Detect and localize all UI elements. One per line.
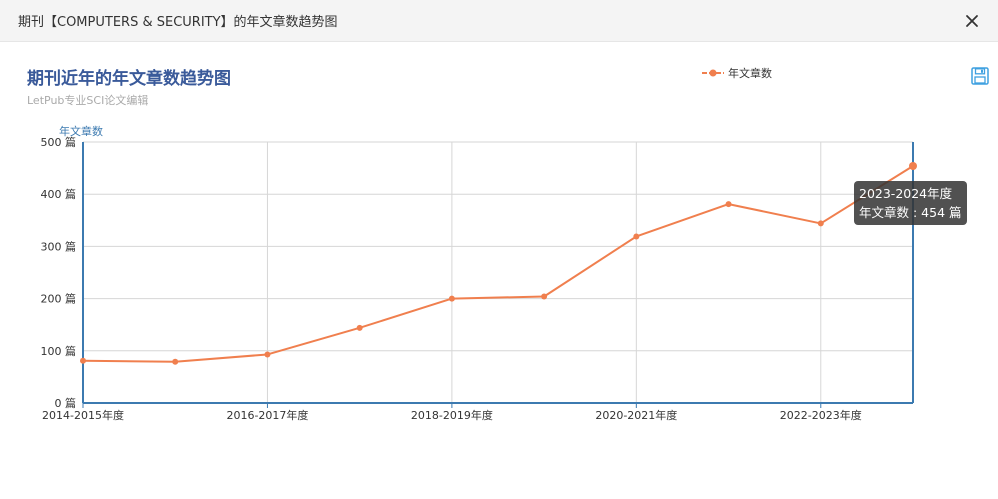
y-tick-label: 200 篇 — [41, 292, 77, 306]
data-point[interactable] — [817, 220, 824, 227]
y-tick-label: 100 篇 — [41, 344, 77, 358]
series-layer — [80, 162, 917, 365]
x-tick-label: 2014-2015年度 — [42, 408, 124, 422]
data-point[interactable] — [633, 233, 640, 240]
y-tick-label: 500 篇 — [41, 135, 77, 149]
data-point[interactable] — [448, 295, 455, 302]
data-point[interactable] — [172, 358, 179, 365]
x-tick-label: 2016-2017年度 — [226, 408, 308, 422]
data-tooltip: 2023-2024年度 年文章数 : 454 篇 — [854, 181, 967, 225]
x-tick-label: 2020-2021年度 — [595, 408, 677, 422]
data-point[interactable] — [80, 357, 86, 364]
tick-labels: 0 篇 100 篇 200 篇 300 篇 400 篇 500 篇 2014-2015年度 2… — [41, 135, 862, 422]
data-point[interactable] — [541, 293, 548, 300]
data-point[interactable] — [264, 351, 271, 358]
tooltip-category: 2023-2024年度 — [859, 186, 953, 201]
data-point[interactable] — [725, 201, 732, 208]
y-tick-label: 300 篇 — [41, 239, 77, 253]
series-line — [82, 165, 914, 363]
data-point[interactable] — [356, 324, 363, 331]
x-tick-label: 2022-2023年度 — [780, 408, 862, 422]
x-tick-label: 2018-2019年度 — [411, 408, 493, 422]
data-point[interactable] — [909, 162, 917, 171]
tooltip-value: 年文章数 : 454 篇 — [859, 205, 962, 220]
grid-lines — [83, 141, 913, 403]
y-tick-label: 0 篇 — [55, 396, 77, 410]
y-tick-label: 400 篇 — [41, 187, 77, 201]
axes — [82, 142, 914, 408]
line-chart: 0 篇 100 篇 200 篇 300 篇 400 篇 500 篇 2014-2015年度 2… — [41, 135, 917, 422]
